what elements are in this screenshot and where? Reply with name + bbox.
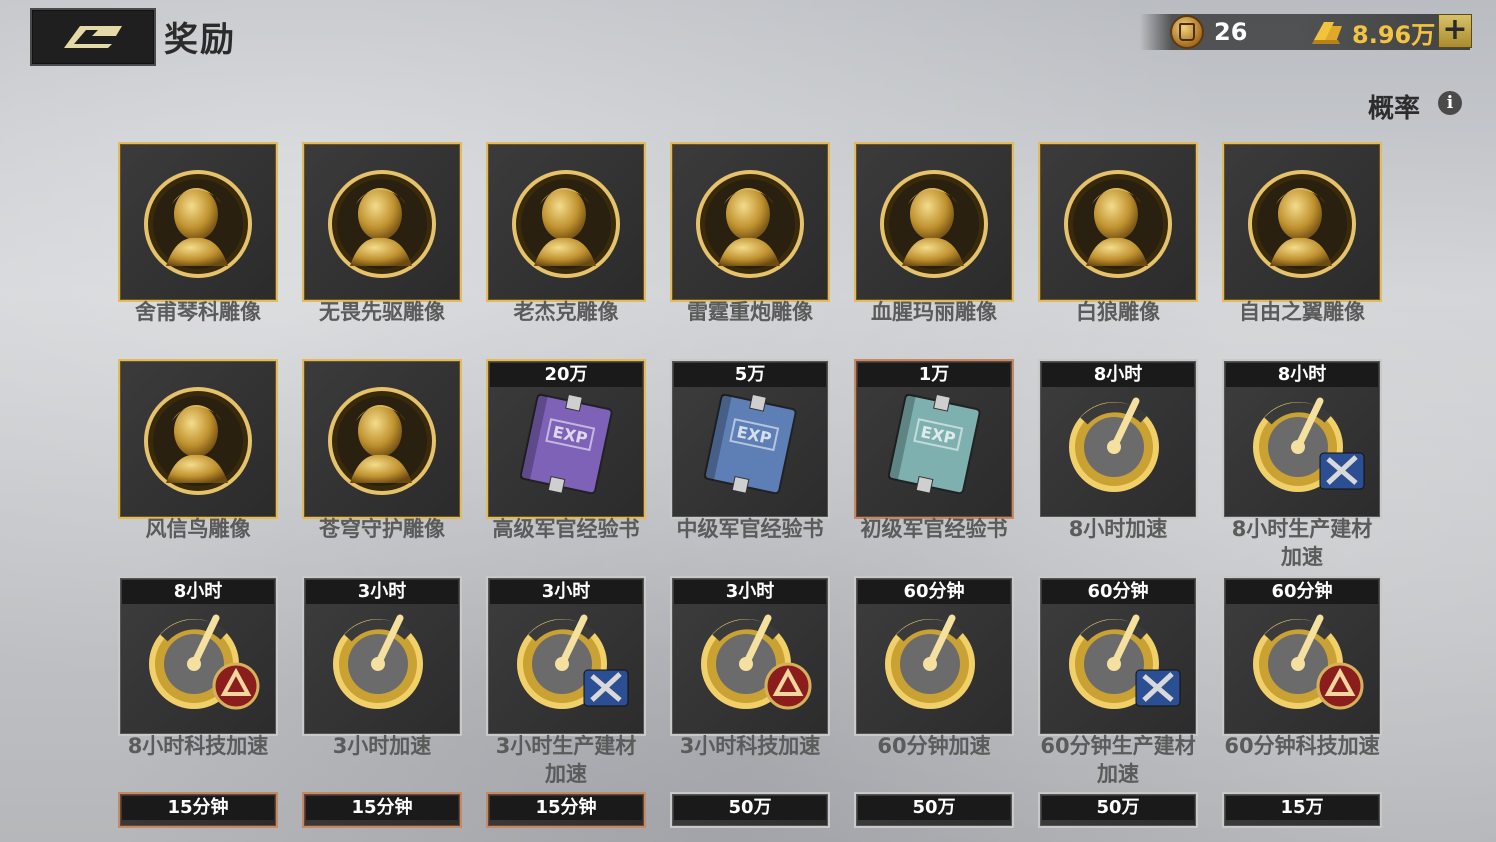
reward-name: 3小时科技加速 bbox=[679, 734, 821, 758]
reward-quantity-tag: 15分钟 bbox=[306, 796, 458, 820]
reward-card[interactable]: 3小时 bbox=[670, 576, 830, 736]
reward-card[interactable] bbox=[118, 142, 278, 302]
reward-quantity-tag: 15分钟 bbox=[490, 796, 642, 820]
reward-name: 白狼雕像 bbox=[1076, 300, 1160, 324]
reward-name: 老杰克雕像 bbox=[513, 300, 619, 324]
reward-card[interactable]: 8小时 bbox=[118, 576, 278, 736]
reward-name: 8小时生产建材加速 bbox=[1231, 517, 1373, 569]
reward-card[interactable] bbox=[486, 142, 646, 302]
reward-quantity-tag: 15分钟 bbox=[122, 796, 274, 820]
reward-card[interactable]: 15分钟 bbox=[118, 792, 278, 828]
reward-quantity-tag: 3小时 bbox=[306, 580, 458, 604]
reward-quantity-tag: 15万 bbox=[1226, 796, 1378, 820]
reward-name: 3小时生产建材加速 bbox=[495, 734, 637, 786]
reward-name: 无畏先驱雕像 bbox=[319, 300, 445, 324]
reward-name: 风信鸟雕像 bbox=[145, 517, 251, 541]
reward-quantity-tag: 8小时 bbox=[1226, 363, 1378, 387]
reward-quantity-tag: 60分钟 bbox=[1042, 580, 1194, 604]
reward-card[interactable]: 15分钟 bbox=[302, 792, 462, 828]
reward-name: 60分钟科技加速 bbox=[1224, 734, 1380, 758]
reward-card[interactable]: EXP 1万 bbox=[854, 359, 1014, 519]
reward-grid: 舍甫琴科雕像 无畏先驱雕像 老杰克雕像 雷霆重炮雕像 血腥玛丽雕像 白狼雕像 自由之翼雕像风… bbox=[0, 0, 1496, 842]
reward-name: 高级军官经验书 bbox=[492, 517, 640, 541]
reward-quantity-tag: 50万 bbox=[1042, 796, 1194, 820]
reward-card[interactable]: 3小时 bbox=[486, 576, 646, 736]
reward-name: 血腥玛丽雕像 bbox=[871, 300, 997, 324]
reward-card[interactable] bbox=[670, 142, 830, 302]
reward-card[interactable] bbox=[854, 142, 1014, 302]
reward-card[interactable]: 15万 bbox=[1222, 792, 1382, 828]
reward-quantity-tag: 1万 bbox=[858, 363, 1010, 387]
reward-card[interactable] bbox=[118, 359, 278, 519]
reward-name: 中级军官经验书 bbox=[676, 517, 824, 541]
reward-quantity-tag: 5万 bbox=[674, 363, 826, 387]
reward-quantity-tag: 60分钟 bbox=[1226, 580, 1378, 604]
reward-card[interactable]: 50万 bbox=[1038, 792, 1198, 828]
reward-quantity-tag: 50万 bbox=[858, 796, 1010, 820]
reward-card[interactable]: 60分钟 bbox=[1038, 576, 1198, 736]
reward-card[interactable] bbox=[302, 142, 462, 302]
reward-card[interactable]: 60分钟 bbox=[1222, 576, 1382, 736]
reward-card[interactable] bbox=[302, 359, 462, 519]
reward-card[interactable]: 8小时 bbox=[1222, 359, 1382, 519]
reward-card[interactable]: 8小时 bbox=[1038, 359, 1198, 519]
reward-name: 雷霆重炮雕像 bbox=[687, 300, 813, 324]
reward-name: 自由之翼雕像 bbox=[1239, 300, 1365, 324]
reward-quantity-tag: 50万 bbox=[674, 796, 826, 820]
reward-name: 8小时加速 bbox=[1068, 517, 1168, 541]
reward-name: 舍甫琴科雕像 bbox=[135, 300, 261, 324]
reward-card[interactable]: 3小时 bbox=[302, 576, 462, 736]
reward-quantity-tag: 60分钟 bbox=[858, 580, 1010, 604]
reward-card[interactable] bbox=[1038, 142, 1198, 302]
reward-card[interactable] bbox=[1222, 142, 1382, 302]
reward-name: 初级军官经验书 bbox=[860, 517, 1008, 541]
reward-card[interactable]: 60分钟 bbox=[854, 576, 1014, 736]
reward-name: 60分钟生产建材加速 bbox=[1040, 734, 1196, 786]
reward-quantity-tag: 3小时 bbox=[490, 580, 642, 604]
reward-quantity-tag: 8小时 bbox=[122, 580, 274, 604]
reward-name: 苍穹守护雕像 bbox=[319, 517, 445, 541]
reward-card[interactable]: 50万 bbox=[854, 792, 1014, 828]
reward-quantity-tag: 8小时 bbox=[1042, 363, 1194, 387]
reward-name: 8小时科技加速 bbox=[127, 734, 269, 758]
reward-card[interactable]: EXP 20万 bbox=[486, 359, 646, 519]
reward-card[interactable]: 15分钟 bbox=[486, 792, 646, 828]
reward-card[interactable]: 50万 bbox=[670, 792, 830, 828]
reward-quantity-tag: 3小时 bbox=[674, 580, 826, 604]
reward-name: 60分钟加速 bbox=[877, 734, 991, 758]
reward-card[interactable]: EXP 5万 bbox=[670, 359, 830, 519]
reward-quantity-tag: 20万 bbox=[490, 363, 642, 387]
reward-name: 3小时加速 bbox=[332, 734, 432, 758]
